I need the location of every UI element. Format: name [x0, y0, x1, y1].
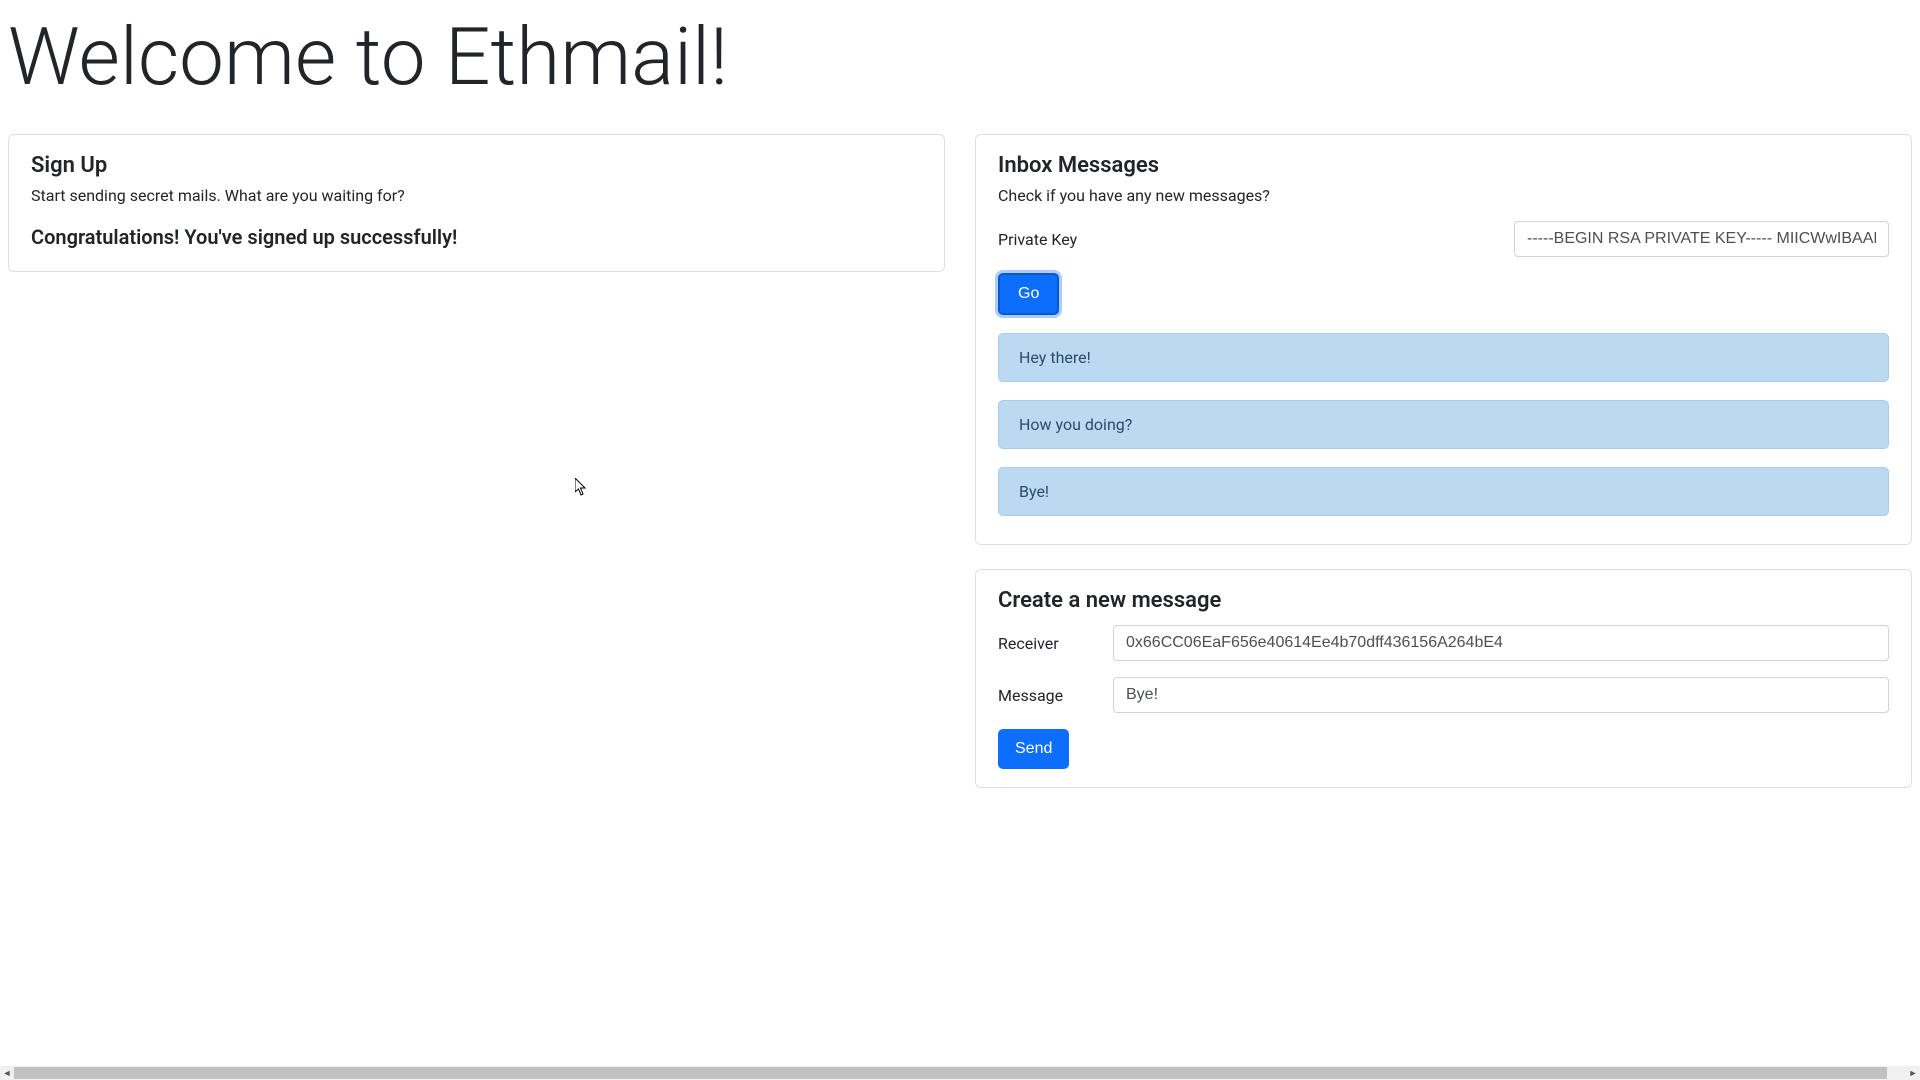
- compose-card: Create a new message Receiver Message Se…: [975, 569, 1912, 788]
- private-key-input[interactable]: [1514, 221, 1889, 257]
- horizontal-scrollbar[interactable]: ◄ ►: [0, 1066, 1920, 1080]
- signup-success-message: Congratulations! You've signed up succes…: [31, 225, 922, 249]
- receiver-input[interactable]: [1113, 625, 1889, 661]
- private-key-row: Private Key: [998, 221, 1889, 257]
- page-title: Welcome to Ethmail!: [0, 0, 1920, 134]
- messages-list: Hey there! How you doing? Bye!: [998, 333, 1889, 516]
- message-label: Message: [998, 686, 1113, 705]
- signup-card: Sign Up Start sending secret mails. What…: [8, 134, 945, 272]
- right-column: Inbox Messages Check if you have any new…: [975, 134, 1912, 812]
- list-item[interactable]: Hey there!: [998, 333, 1889, 382]
- scroll-thumb[interactable]: [14, 1067, 1887, 1079]
- message-input[interactable]: [1113, 677, 1889, 713]
- message-row: Message: [998, 677, 1889, 713]
- scroll-left-arrow-icon[interactable]: ◄: [0, 1066, 14, 1080]
- main-container: Sign Up Start sending secret mails. What…: [0, 134, 1920, 812]
- scroll-track[interactable]: [14, 1066, 1906, 1080]
- send-button[interactable]: Send: [998, 729, 1069, 769]
- inbox-subtitle: Check if you have any new messages?: [998, 186, 1889, 205]
- inbox-title: Inbox Messages: [998, 153, 1889, 178]
- compose-title: Create a new message: [998, 588, 1889, 613]
- signup-subtitle: Start sending secret mails. What are you…: [31, 186, 922, 205]
- signup-title: Sign Up: [31, 153, 922, 178]
- receiver-row: Receiver: [998, 625, 1889, 661]
- left-column: Sign Up Start sending secret mails. What…: [8, 134, 945, 812]
- scroll-right-arrow-icon[interactable]: ►: [1906, 1066, 1920, 1080]
- go-button[interactable]: Go: [998, 273, 1059, 315]
- inbox-card: Inbox Messages Check if you have any new…: [975, 134, 1912, 545]
- receiver-label: Receiver: [998, 634, 1113, 653]
- private-key-label: Private Key: [998, 230, 1113, 249]
- list-item[interactable]: How you doing?: [998, 400, 1889, 449]
- list-item[interactable]: Bye!: [998, 467, 1889, 516]
